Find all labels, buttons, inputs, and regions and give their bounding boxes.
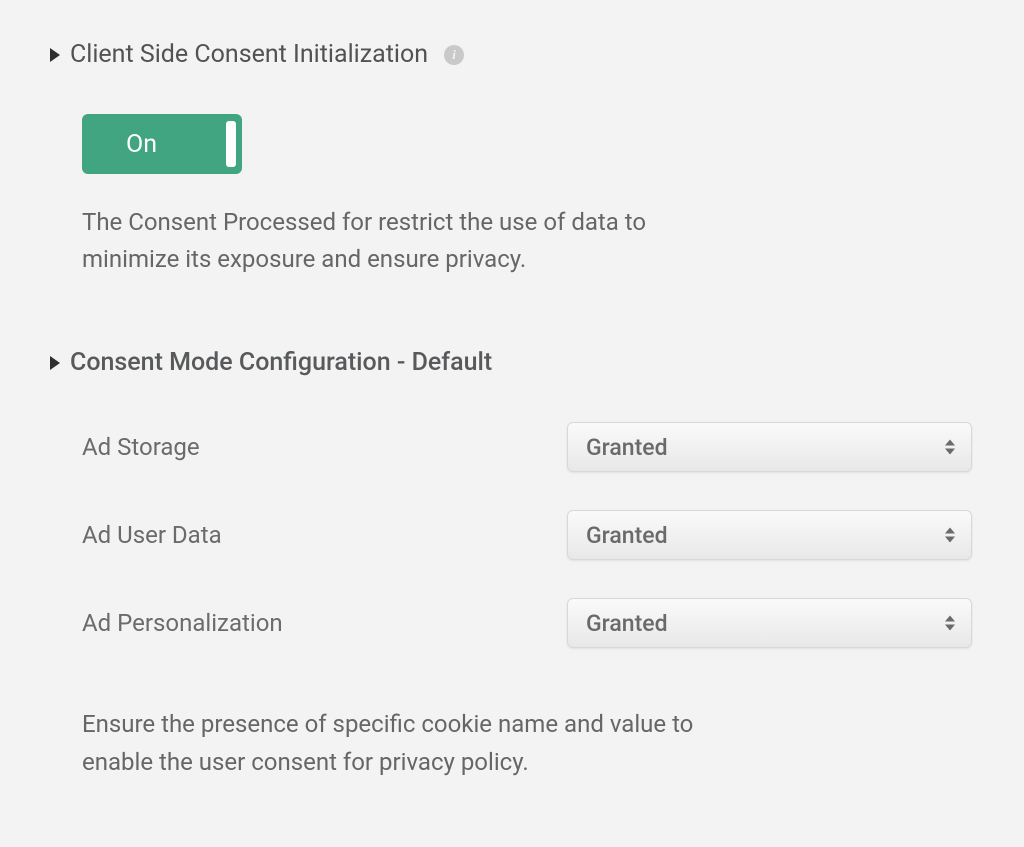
ad-user-data-select[interactable]: Granted	[567, 510, 972, 560]
field-label: Ad User Data	[82, 521, 222, 549]
consent-description: The Consent Processed for restrict the u…	[82, 204, 722, 278]
field-row-ad-personalization: Ad Personalization Granted	[82, 598, 972, 648]
section-body: Ad Storage Granted Ad User Data Granted	[50, 377, 974, 780]
sort-arrows-icon	[945, 616, 955, 631]
field-row-ad-storage: Ad Storage Granted	[82, 422, 972, 472]
chevron-right-icon	[50, 356, 60, 370]
toggle-state-label: On	[126, 132, 157, 157]
consent-toggle[interactable]: On	[82, 114, 242, 174]
section-title: Consent Mode Configuration - Default	[70, 348, 492, 377]
info-icon[interactable]: i	[444, 45, 464, 65]
section-title: Client Side Consent Initialization	[70, 40, 428, 69]
select-box[interactable]: Granted	[567, 598, 972, 648]
toggle-thumb-icon	[226, 121, 236, 167]
ad-storage-select[interactable]: Granted	[567, 422, 972, 472]
sort-arrows-icon	[945, 528, 955, 543]
section-toggle-header[interactable]: Client Side Consent Initialization i	[50, 40, 974, 69]
select-box[interactable]: Granted	[567, 510, 972, 560]
consent-mode-description: Ensure the presence of specific cookie n…	[82, 706, 722, 780]
field-row-ad-user-data: Ad User Data Granted	[82, 510, 972, 560]
section-body: On The Consent Processed for restrict th…	[50, 69, 974, 278]
sort-arrows-icon	[945, 440, 955, 455]
field-label: Ad Personalization	[82, 609, 283, 637]
consent-mode-config-section: Consent Mode Configuration - Default Ad …	[50, 348, 974, 780]
select-value: Granted	[586, 522, 668, 549]
select-value: Granted	[586, 610, 668, 637]
select-value: Granted	[586, 434, 668, 461]
section-toggle-header[interactable]: Consent Mode Configuration - Default	[50, 348, 974, 377]
consent-fields: Ad Storage Granted Ad User Data Granted	[82, 422, 974, 686]
field-label: Ad Storage	[82, 433, 200, 461]
ad-personalization-select[interactable]: Granted	[567, 598, 972, 648]
select-box[interactable]: Granted	[567, 422, 972, 472]
client-side-consent-section: Client Side Consent Initialization i On …	[50, 40, 974, 278]
chevron-right-icon	[50, 48, 60, 62]
